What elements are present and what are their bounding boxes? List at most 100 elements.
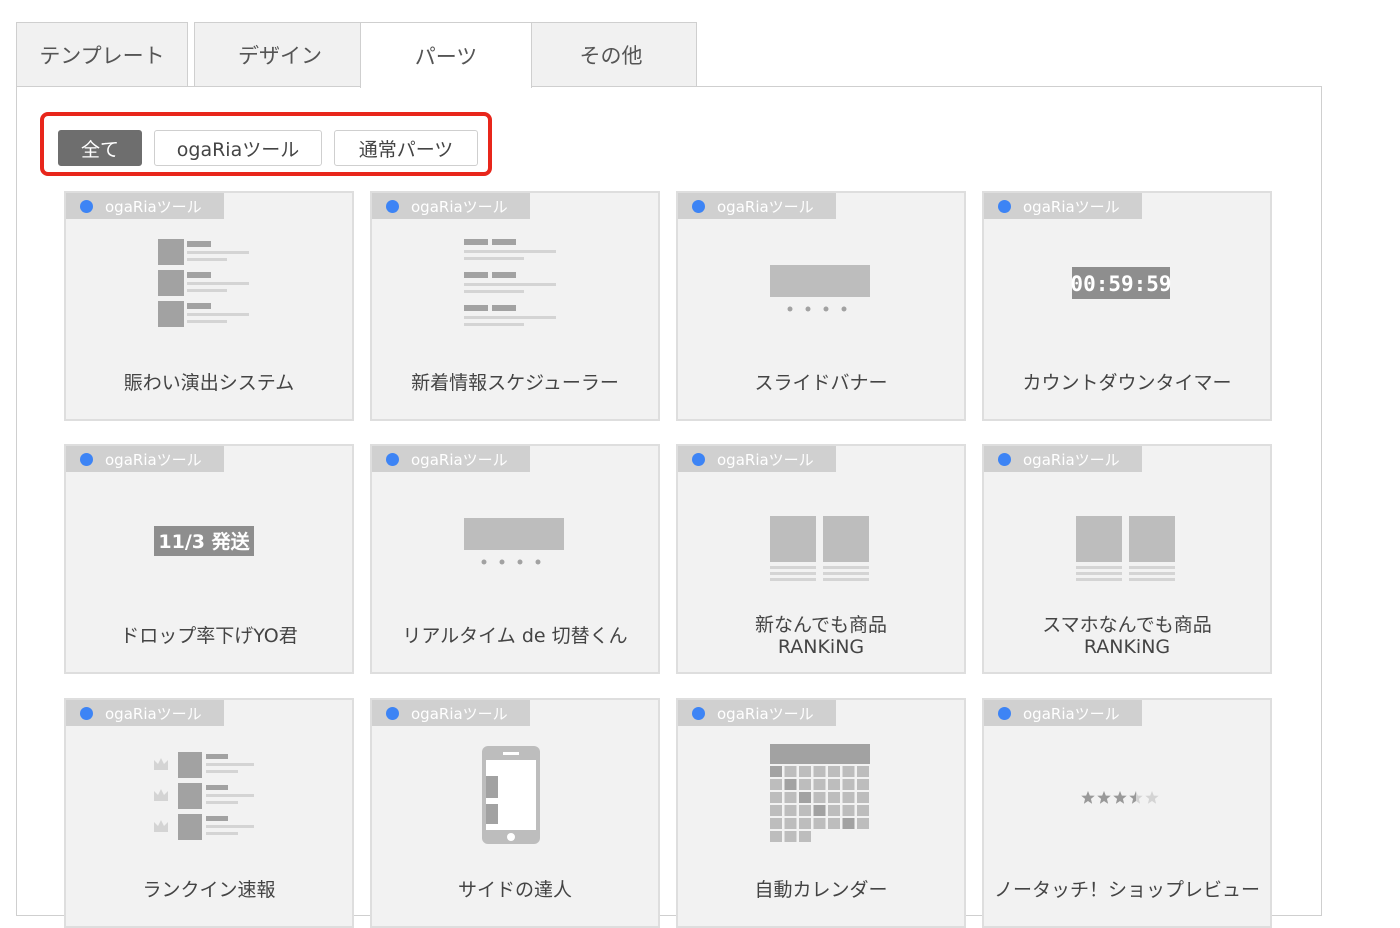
part-card[interactable]: ogaRiaツールスマホなんでも商品 RANKiNG <box>982 444 1272 674</box>
star-rating-icon <box>1081 791 1159 804</box>
part-card[interactable]: ogaRiaツール自動カレンダー <box>676 698 966 928</box>
part-card[interactable]: ogaRiaツール新着情報スケジューラー <box>370 191 660 421</box>
part-card[interactable]: ogaRiaツールスライドバナー <box>676 191 966 421</box>
slide-indicator-dot <box>841 306 847 312</box>
badge-dot-icon <box>998 199 1011 213</box>
product-image <box>1076 516 1122 562</box>
badge-label: ogaRiaツール <box>411 450 508 469</box>
badge-label: ogaRiaツール <box>717 450 814 469</box>
slide-indicator-dot <box>481 559 487 565</box>
tab-design[interactable]: デザイン <box>194 22 366 86</box>
part-name: 新なんでも商品 RANKiNG <box>754 614 888 658</box>
calendar-icon <box>770 744 870 842</box>
badge-label: ogaRiaツール <box>717 197 814 216</box>
slide-indicator-dot <box>823 306 829 312</box>
filter-group: 全て ogaRiaツール 通常パーツ <box>40 112 492 176</box>
part-name: 新着情報スケジューラー <box>411 372 619 394</box>
tab-parts[interactable]: パーツ <box>360 22 532 88</box>
badge-label: ogaRiaツール <box>105 197 202 216</box>
filter-ogaria-tools-button[interactable]: ogaRiaツール <box>154 130 322 166</box>
crown-icon <box>154 789 168 801</box>
tool-badge: ogaRiaツール <box>372 446 530 472</box>
rating-star-filled <box>1113 791 1127 804</box>
badge-dot-icon <box>998 706 1011 720</box>
tool-badge: ogaRiaツール <box>984 446 1142 472</box>
crown-icon <box>154 820 168 832</box>
part-name: リアルタイム de 切替くん <box>402 625 628 647</box>
badge-dot-icon <box>80 706 93 720</box>
phone-home-button <box>507 833 515 841</box>
tool-badge: ogaRiaツール <box>372 193 530 219</box>
tool-badge: ogaRiaツール <box>678 193 836 219</box>
badge-label: ogaRiaツール <box>105 704 202 723</box>
shipping-date-icon: 11/3 発送 <box>154 526 254 556</box>
part-card[interactable]: ogaRiaツール サイドの達人 <box>370 698 660 928</box>
slide-indicator-dot <box>499 559 505 565</box>
smartphone-side-icon <box>482 746 540 844</box>
calendar-header <box>770 744 870 764</box>
part-name: ノータッチ！ショップレビュー <box>994 879 1261 901</box>
part-card[interactable]: ogaRiaツール新なんでも商品 RANKiNG <box>676 444 966 674</box>
badge-dot-icon <box>386 706 399 720</box>
tool-badge: ogaRiaツール <box>984 700 1142 726</box>
part-card[interactable]: ogaRiaツール賑わい演出システム <box>64 191 354 421</box>
badge-dot-icon <box>80 199 93 213</box>
product-ranking-icon <box>770 516 869 581</box>
badge-label: ogaRiaツール <box>105 450 202 469</box>
part-card[interactable]: ogaRiaツール 00:59:59 カウントダウンタイマー <box>982 191 1272 421</box>
banner-block <box>770 265 870 297</box>
list-thumbnail <box>158 239 184 265</box>
tool-badge: ogaRiaツール <box>66 700 224 726</box>
timer-text: 00:59:59 <box>1070 272 1171 296</box>
part-card[interactable]: ogaRiaツール 11/3 発送ドロップ率下げYO君 <box>64 444 354 674</box>
product-image <box>770 516 816 562</box>
filter-standard-parts-button[interactable]: 通常パーツ <box>334 130 478 166</box>
ranking-crown-icon <box>154 752 254 840</box>
list-thumbnail <box>158 301 184 327</box>
badge-label: ogaRiaツール <box>1023 197 1120 216</box>
part-name: スマホなんでも商品 RANKiNG <box>1042 614 1212 658</box>
product-image <box>1129 516 1175 562</box>
tab-templates[interactable]: テンプレート <box>16 22 188 86</box>
badge-dot-icon <box>80 452 93 466</box>
badge-dot-icon <box>692 706 705 720</box>
badge-dot-icon <box>998 452 1011 466</box>
rating-star-empty <box>1145 791 1159 804</box>
slide-banner-icon <box>464 518 564 565</box>
badge-dot-icon <box>692 199 705 213</box>
ranking-thumbnail <box>178 783 202 809</box>
list-with-thumbnails-icon <box>158 239 249 327</box>
product-ranking-icon <box>1076 516 1175 581</box>
badge-dot-icon <box>386 452 399 466</box>
badge-label: ogaRiaツール <box>717 704 814 723</box>
banner-block <box>464 518 564 550</box>
part-name: 賑わい演出システム <box>123 372 295 394</box>
tool-badge: ogaRiaツール <box>372 700 530 726</box>
shipping-text: 11/3 発送 <box>158 530 250 553</box>
slide-indicator-dot <box>535 559 541 565</box>
part-card[interactable]: ogaRiaツールランクイン速報 <box>64 698 354 928</box>
part-name: ランクイン速報 <box>142 879 276 901</box>
part-name: カウントダウンタイマー <box>1022 372 1232 394</box>
tool-badge: ogaRiaツール <box>984 193 1142 219</box>
tool-badge: ogaRiaツール <box>66 193 224 219</box>
badge-label: ogaRiaツール <box>1023 450 1120 469</box>
countdown-timer-icon: 00:59:59 <box>1070 267 1172 299</box>
badge-dot-icon <box>692 452 705 466</box>
badge-label: ogaRiaツール <box>1023 704 1120 723</box>
part-name: スライドバナー <box>754 372 888 394</box>
part-name: 自動カレンダー <box>754 879 888 901</box>
ranking-thumbnail <box>178 752 202 778</box>
part-name: ドロップ率下げYO君 <box>120 625 298 647</box>
tool-badge: ogaRiaツール <box>678 700 836 726</box>
slide-indicator-dot <box>517 559 523 565</box>
filter-all-button[interactable]: 全て <box>58 130 142 166</box>
tool-badge: ogaRiaツール <box>66 446 224 472</box>
product-image <box>823 516 869 562</box>
part-card[interactable]: ogaRiaツールリアルタイム de 切替くん <box>370 444 660 674</box>
part-card[interactable]: ogaRiaツールノータッチ！ショップレビュー <box>982 698 1272 928</box>
rating-star-filled <box>1097 791 1111 804</box>
tab-other[interactable]: その他 <box>525 22 697 86</box>
news-list-icon <box>464 239 556 326</box>
badge-label: ogaRiaツール <box>411 704 508 723</box>
